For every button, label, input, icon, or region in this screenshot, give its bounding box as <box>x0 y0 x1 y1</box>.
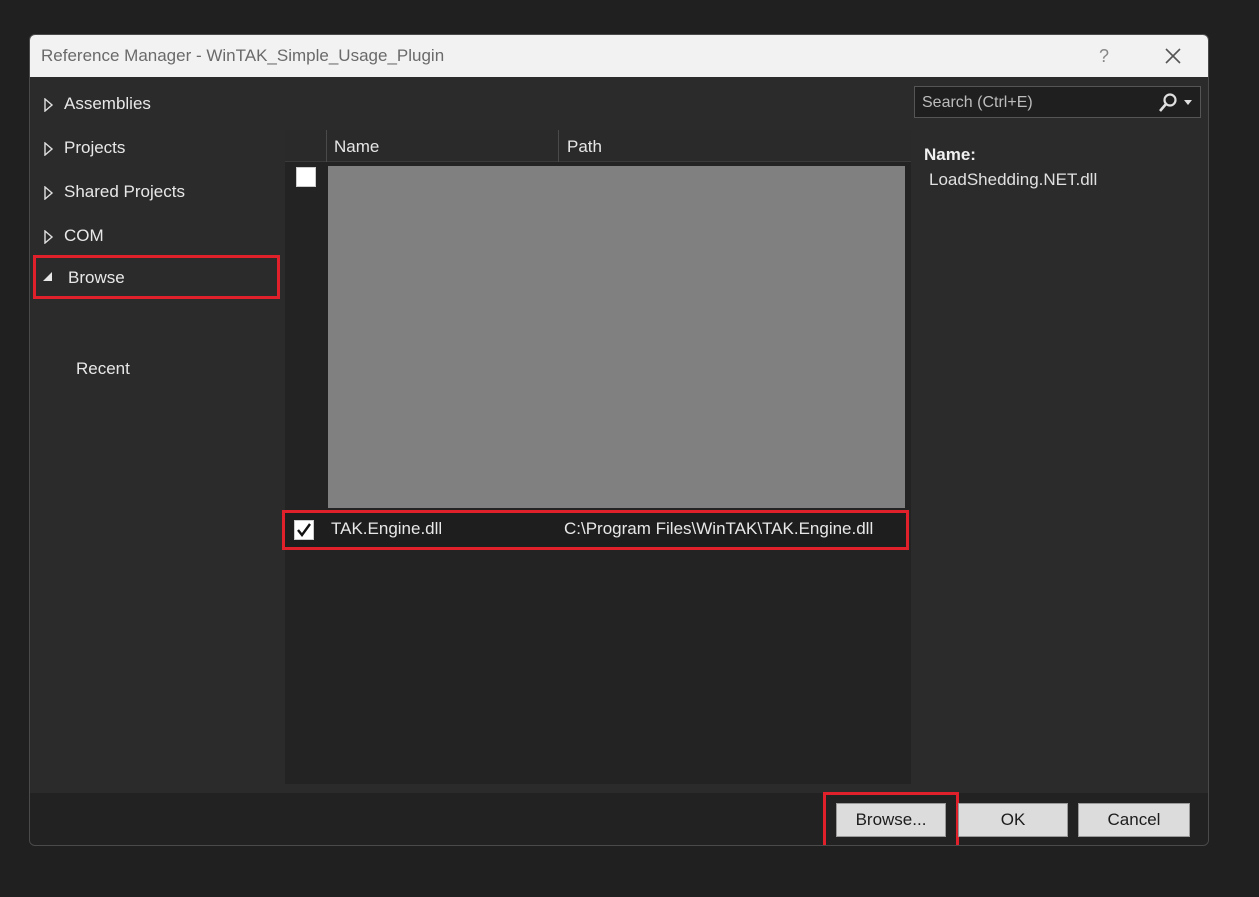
close-icon <box>1165 48 1181 64</box>
window-title: Reference Manager - WinTAK_Simple_Usage_… <box>41 46 445 65</box>
checkmark-icon <box>297 523 311 537</box>
expand-arrow-icon <box>44 186 54 200</box>
sidebar-item-label: Shared Projects <box>64 182 185 201</box>
browse-button[interactable]: Browse... <box>836 803 946 837</box>
column-header-name[interactable]: Name <box>334 137 379 157</box>
column-header-path[interactable]: Path <box>567 137 602 157</box>
grid-header: Name Path <box>285 130 911 162</box>
details-pane: Name: LoadShedding.NET.dll <box>914 130 1208 784</box>
collapse-arrow-icon <box>43 272 52 281</box>
sidebar-item-browse[interactable]: Browse <box>33 255 280 299</box>
expand-arrow-icon <box>44 98 54 112</box>
sidebar-item-label: Assemblies <box>64 94 151 113</box>
sidebar-item-com[interactable]: COM <box>35 219 277 255</box>
sidebar-item-assemblies[interactable]: Assemblies <box>35 87 277 123</box>
cell-path: C:\Program Files\WinTAK\TAK.Engine.dll <box>564 519 874 538</box>
cancel-button[interactable]: Cancel <box>1078 803 1190 837</box>
sidebar-item-label: COM <box>64 226 104 245</box>
row-checkbox-checked[interactable] <box>294 520 314 540</box>
close-button[interactable] <box>1158 41 1188 71</box>
expand-arrow-icon <box>44 142 54 156</box>
row-checkbox-unchecked[interactable] <box>296 167 316 187</box>
dropdown-arrow-icon[interactable] <box>1183 99 1193 107</box>
sidebar-item-projects[interactable]: Projects <box>35 131 277 167</box>
expand-arrow-icon <box>44 230 54 244</box>
title-bar: Reference Manager - WinTAK_Simple_Usage_… <box>30 35 1208 77</box>
sidebar-item-label: Projects <box>64 138 126 157</box>
column-separator[interactable] <box>558 130 559 162</box>
reference-list: Name Path TAK.Engine.dll C:\Program File… <box>282 130 911 784</box>
search-icon[interactable] <box>1157 92 1179 114</box>
sidebar-item-shared-projects[interactable]: Shared Projects <box>35 175 277 211</box>
obscured-list-region <box>328 166 905 508</box>
sidebar: Assemblies Projects Shared Projects COM … <box>30 77 283 793</box>
column-separator[interactable] <box>326 130 327 162</box>
search-input[interactable] <box>915 87 1154 119</box>
footer-bar: Browse... OK Cancel <box>30 792 1208 845</box>
search-box <box>914 86 1201 119</box>
sidebar-item-label: Browse <box>68 268 125 287</box>
reference-manager-dialog: Reference Manager - WinTAK_Simple_Usage_… <box>29 34 1209 846</box>
details-name-label: Name: <box>924 145 976 164</box>
ok-button[interactable]: OK <box>958 803 1068 837</box>
table-row-tak-engine[interactable]: TAK.Engine.dll C:\Program Files\WinTAK\T… <box>282 510 909 550</box>
sidebar-subitem-recent[interactable]: Recent <box>76 359 130 379</box>
help-button[interactable]: ? <box>1092 43 1116 69</box>
cell-name: TAK.Engine.dll <box>331 519 443 538</box>
details-name-value: LoadShedding.NET.dll <box>929 170 1098 189</box>
